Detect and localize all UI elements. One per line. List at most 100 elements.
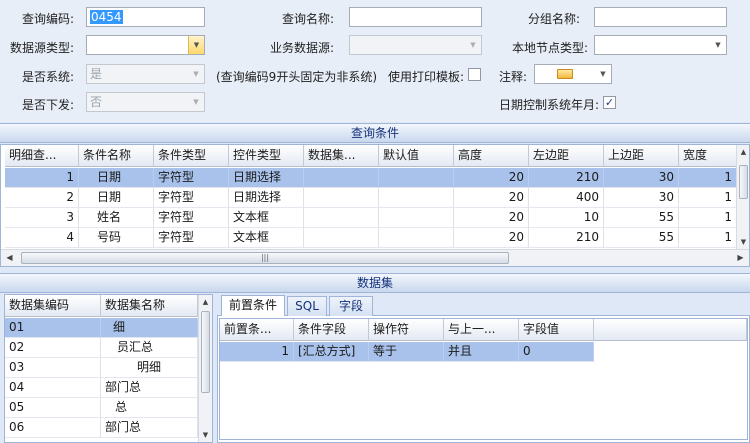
cell-default [379, 208, 454, 228]
is-dispatch-select[interactable]: 否 ▼ [86, 92, 205, 112]
cell-width: 1 [679, 188, 737, 208]
col-header[interactable]: 前置条... [220, 319, 294, 341]
scroll-right-icon[interactable]: ▶ [732, 250, 749, 266]
biz-datasource-label: 业务数据源: [270, 41, 335, 55]
use-print-template-label: 使用打印模板: [388, 70, 465, 84]
is-system-select[interactable]: 是 ▼ [86, 64, 205, 84]
scroll-up-icon[interactable]: ▲ [199, 295, 212, 309]
local-node-type-label: 本地节点类型: [512, 41, 589, 55]
cell-dataset [304, 228, 379, 248]
conditions-hscroll[interactable]: ◀ ||| ▶ [1, 249, 749, 266]
col-header[interactable]: 与上一... [444, 319, 519, 341]
cell-top: 55 [604, 208, 679, 228]
datasource-type-label: 数据源类型: [10, 41, 75, 55]
col-header[interactable]: 操作符 [369, 319, 444, 341]
cell-dataset [304, 188, 379, 208]
query-code-input[interactable]: 0454 [86, 7, 205, 27]
dropdown-arrow-icon[interactable]: ▼ [188, 65, 204, 83]
cell-name: 日期 [79, 188, 154, 208]
hscroll-thumb[interactable]: ||| [21, 252, 509, 264]
cell-height: 20 [454, 188, 529, 208]
scroll-down-icon[interactable]: ▼ [737, 235, 749, 249]
conditions-grid: 明细查... 条件名称 条件类型 控件类型 数据集... 默认值 高度 左边距 … [0, 144, 750, 267]
dropdown-arrow-icon[interactable]: ▼ [188, 93, 204, 111]
col-header[interactable]: 宽度 [679, 145, 737, 167]
use-print-template-checkbox[interactable] [468, 68, 481, 81]
dataset-code: 06 [5, 418, 101, 438]
date-control-checkbox[interactable]: ✓ [603, 96, 616, 109]
col-header[interactable]: 条件字段 [294, 319, 369, 341]
cell-left: 10 [529, 208, 604, 228]
cell-dataset [304, 168, 379, 188]
cell-width: 1 [679, 208, 737, 228]
query-name-input[interactable] [349, 7, 482, 27]
is-dispatch-label: 是否下发: [22, 98, 75, 112]
cell-seq: 2 [5, 188, 79, 208]
cell-control: 文本框 [229, 228, 304, 248]
col-header[interactable]: 数据集名称 [101, 295, 198, 317]
cell-seq: 4 [5, 228, 79, 248]
col-header[interactable]: 条件名称 [79, 145, 154, 167]
cell-type: 字符型 [154, 168, 229, 188]
cell-control: 日期选择 [229, 168, 304, 188]
local-node-type-select[interactable]: ▼ [594, 35, 727, 55]
cell-name: 姓名 [79, 208, 154, 228]
dropdown-arrow-icon[interactable]: ▼ [595, 65, 611, 83]
query-code-value: 0454 [90, 10, 123, 24]
group-name-input[interactable] [594, 7, 727, 27]
col-header[interactable]: 条件类型 [154, 145, 229, 167]
pre-conditions-grid: 前置条... 条件字段 操作符 与上一... 字段值 1 [汇总方式] 等于 并… [219, 318, 748, 440]
vscroll-thumb[interactable] [739, 165, 748, 199]
dropdown-arrow-icon[interactable]: ▼ [188, 36, 204, 54]
datasource-type-select[interactable]: ▼ [86, 35, 205, 55]
col-header[interactable]: 数据集... [304, 145, 379, 167]
cell-height: 20 [454, 168, 529, 188]
col-header[interactable]: 上边距 [604, 145, 679, 167]
cell-top: 30 [604, 188, 679, 208]
date-control-label: 日期控制系统年月: [499, 98, 600, 112]
cell-seq: 1 [5, 168, 79, 188]
cell-control: 日期选择 [229, 188, 304, 208]
scroll-up-icon[interactable]: ▲ [737, 145, 749, 159]
col-header[interactable]: 明细查... [5, 145, 79, 167]
cell-type: 字符型 [154, 228, 229, 248]
col-header[interactable]: 控件类型 [229, 145, 304, 167]
note-label: 注释: [499, 70, 528, 84]
tab-fields[interactable]: 字段 [329, 296, 373, 316]
dataset-section-title: 数据集 [0, 273, 750, 293]
scroll-left-icon[interactable]: ◀ [1, 250, 18, 266]
is-dispatch-value: 否 [90, 95, 103, 109]
col-header[interactable]: 字段值 [519, 319, 594, 341]
vscroll-thumb[interactable] [201, 311, 210, 393]
col-header[interactable]: 高度 [454, 145, 529, 167]
dropdown-arrow-icon[interactable]: ▼ [710, 36, 726, 54]
query-form: 查询编码: 0454 查询名称: 分组名称: 数据源类型: ▼ 业务数据源: ▼… [0, 0, 750, 122]
query-code-label: 查询编码: [22, 12, 75, 26]
cell-link: 并且 [444, 342, 519, 362]
cell-default [379, 188, 454, 208]
dataset-name: 部门总 [101, 418, 198, 438]
cell-index: 1 [220, 342, 294, 362]
biz-datasource-select[interactable]: ▼ [349, 35, 482, 55]
col-header[interactable]: 左边距 [529, 145, 604, 167]
system-hint-text: (查询编码9开头固定为非系统) [216, 70, 377, 84]
tab-sql[interactable]: SQL [287, 296, 327, 316]
dataset-name: 员汇总 [101, 338, 198, 358]
note-envelope-icon [557, 69, 573, 79]
dropdown-arrow-icon[interactable]: ▼ [465, 36, 481, 54]
col-header[interactable]: 默认值 [379, 145, 454, 167]
dataset-code: 02 [5, 338, 101, 358]
cell-height: 20 [454, 228, 529, 248]
cell-left: 210 [529, 168, 604, 188]
tab-pre-conditions[interactable]: 前置条件 [221, 295, 285, 316]
note-select[interactable]: ▼ [534, 64, 612, 84]
is-system-value: 是 [90, 67, 103, 81]
scroll-down-icon[interactable]: ▼ [199, 428, 212, 442]
dataset-vscroll[interactable]: ▲ ▼ [198, 295, 212, 442]
dataset-code: 05 [5, 398, 101, 418]
dataset-name: 部门总 [101, 378, 198, 398]
conditions-vscroll[interactable]: ▲ ▼ [736, 145, 749, 249]
col-header[interactable]: 数据集编码 [5, 295, 101, 317]
cell-field: [汇总方式] [294, 342, 369, 362]
cell-type: 字符型 [154, 188, 229, 208]
